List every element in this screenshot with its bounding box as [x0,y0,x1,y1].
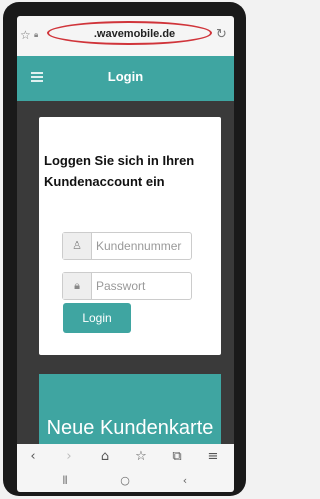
browser-bottom-nav: ‹ › ⌂ ☆ ⧉ ≡ [17,444,234,472]
screen: ☆ 🔒︎ .wavemobile.de ↻ Login Loggen Sie s… [17,16,234,492]
user-icon: ♙ [63,233,92,259]
system-home-icon[interactable]: ○ [115,474,135,487]
back-icon[interactable]: ‹ [23,449,43,464]
url-text[interactable]: .wavemobile.de [57,28,212,40]
promo-title: Neue Kundenkarte [46,417,214,439]
login-heading: Loggen Sie sich in Ihren Kundenaccount e… [44,153,195,189]
app-header: Login [17,56,234,101]
password-input[interactable] [96,274,188,298]
menu-icon[interactable]: ≡ [203,449,223,464]
bookmark-icon[interactable]: ☆ [131,449,151,464]
customer-number-input[interactable] [96,234,188,258]
phone-frame: ☆ 🔒︎ .wavemobile.de ↻ Login Loggen Sie s… [3,2,246,496]
page-title: Login [107,69,144,84]
lock-icon: 🔒︎ [34,30,39,39]
system-nav-bar: ⦀ ○ ‹ [17,472,234,492]
login-button[interactable]: Login [63,303,131,333]
reload-icon[interactable]: ↻ [216,27,227,42]
recents-icon[interactable]: ⦀ [55,474,75,488]
forward-icon[interactable]: › [59,449,79,464]
customer-number-field[interactable]: ♙ [62,232,192,260]
browser-address-bar: ☆ 🔒︎ .wavemobile.de ↻ [17,16,234,56]
lock-icon: 🔒︎ [63,273,92,299]
system-back-icon[interactable]: ‹ [175,474,195,487]
tabs-icon[interactable]: ⧉ [167,449,187,464]
star-outline-icon[interactable]: ☆ [20,28,31,42]
home-icon[interactable]: ⌂ [95,449,115,464]
password-field[interactable]: 🔒︎ [62,272,192,300]
